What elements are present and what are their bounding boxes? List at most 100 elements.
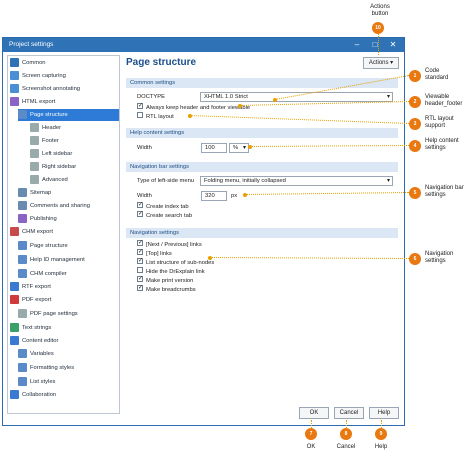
- layout-icon: [30, 161, 39, 171]
- doctype-label: DOCTYPE: [137, 94, 166, 100]
- page-icon: [18, 240, 27, 250]
- navigation-checkbox[interactable]: ✓ Make print version: [137, 276, 193, 285]
- ok-button[interactable]: OK: [299, 407, 329, 419]
- tree-item[interactable]: Formatting styles: [18, 362, 119, 374]
- tree-item-label: Page structure: [30, 112, 68, 118]
- callout-cancel-text: Cancel: [336, 444, 356, 450]
- actions-button[interactable]: Actions ▾: [363, 57, 399, 69]
- navigation-checkbox[interactable]: ✓ [Top] links: [137, 249, 172, 258]
- tree-item-label: Variables: [30, 351, 54, 357]
- tree-item[interactable]: CHM export: [10, 226, 119, 238]
- callout-ok-text: OK: [306, 444, 316, 450]
- width-label: Width: [137, 145, 152, 151]
- tree-item-label: Publishing: [30, 216, 57, 222]
- camera-icon: [10, 70, 19, 80]
- tree-item[interactable]: HTML export: [10, 96, 119, 108]
- publish-icon: [18, 213, 27, 223]
- tree-item[interactable]: Page structure: [18, 240, 119, 252]
- page-title: Page structure: [126, 57, 197, 68]
- tree-item-label: List styles: [30, 379, 56, 385]
- callout-header-text: Viewable header_footer: [425, 94, 463, 107]
- gear-icon: [10, 57, 19, 67]
- nav-width-label: Width: [137, 193, 152, 199]
- close-icon[interactable]: ✕: [388, 40, 398, 50]
- tree-item[interactable]: PDF page settings: [18, 308, 119, 320]
- callout-10-badge: 10: [372, 22, 384, 34]
- list-icon: [18, 376, 27, 386]
- keep-header-checkbox[interactable]: ✓ Always keep header and footer viewable: [137, 103, 250, 112]
- navigation-checkbox[interactable]: ✓ Make breadcrumbs: [137, 285, 196, 294]
- checkbox-icon: [137, 267, 143, 274]
- tree-item[interactable]: Publishing: [18, 213, 119, 225]
- tree-item[interactable]: Content editor: [10, 335, 119, 347]
- checkbox-icon: ✓: [137, 249, 144, 256]
- left-menu-select[interactable]: Folding menu, initially collapsed ▾: [200, 176, 393, 186]
- help-button[interactable]: Help: [369, 407, 399, 419]
- rtl-layout-checkbox[interactable]: RTL layout: [137, 112, 174, 121]
- tree-item[interactable]: List styles: [18, 376, 119, 388]
- editor-icon: [10, 335, 19, 345]
- navigation-checkbox-label: List structure of sub-nodes: [146, 260, 215, 266]
- tree-item[interactable]: Left sidebar: [30, 148, 119, 160]
- checkbox-icon: ✓: [137, 240, 144, 247]
- tree-item[interactable]: Text strings: [10, 322, 119, 334]
- page-icon: [18, 308, 27, 318]
- leader-line: [378, 34, 379, 55]
- tree-item[interactable]: Advanced: [30, 174, 119, 186]
- tree-item[interactable]: Help ID management: [18, 254, 119, 266]
- create-index-checkbox[interactable]: ✓ Create index tab: [137, 202, 189, 211]
- tree-item-label: PDF export: [22, 297, 52, 303]
- callout-rtl-text: RTL layout support: [425, 116, 454, 129]
- doctype-select[interactable]: XHTML 1.0 Strict ▾: [200, 92, 393, 102]
- variables-icon: [18, 348, 27, 358]
- callout-2-badge: 2: [409, 96, 421, 108]
- leader-line: [311, 420, 312, 428]
- tree-item[interactable]: Screen capturing: [10, 70, 119, 82]
- layout-icon: [30, 122, 39, 132]
- tree-item[interactable]: Header: [30, 122, 119, 134]
- minimize-icon[interactable]: –: [352, 40, 362, 50]
- tree-item[interactable]: Sitemap: [18, 187, 119, 199]
- navigation-checkbox[interactable]: ✓ [Next / Previous] links: [137, 240, 202, 249]
- navigation-checkbox[interactable]: Hide the DrExplain link: [137, 267, 205, 276]
- left-menu-label: Type of left-side menu: [137, 178, 195, 184]
- chm-icon: [10, 226, 19, 236]
- tree-item[interactable]: CHM compiler: [18, 268, 119, 280]
- navigation-checkbox-label: Hide the DrExplain link: [146, 269, 205, 275]
- settings-tree[interactable]: Common Screen capturing Screenshot annotat…: [7, 55, 120, 414]
- tree-item-label: Common: [22, 60, 46, 66]
- section-common-settings: Common settings: [126, 78, 398, 88]
- tree-item[interactable]: RTF export: [10, 281, 119, 293]
- tree-item[interactable]: Screenshot annotating: [10, 83, 119, 95]
- section-navigation-settings: Navigation settings: [126, 228, 398, 238]
- marker-dot: [208, 256, 212, 260]
- title-bar: Project settings – □ ✕: [3, 38, 404, 52]
- tree-item[interactable]: Page structure: [18, 109, 119, 121]
- create-search-checkbox[interactable]: ✓ Create search tab: [137, 211, 192, 220]
- text-icon: [10, 322, 19, 332]
- tree-item[interactable]: Collaboration: [10, 389, 119, 401]
- navigation-checkbox[interactable]: ✓ List structure of sub-nodes: [137, 258, 215, 267]
- tree-item[interactable]: Variables: [18, 348, 119, 360]
- tree-item-label: CHM export: [22, 229, 53, 235]
- nav-width-input[interactable]: 320: [201, 191, 227, 201]
- tree-item[interactable]: Comments and sharing: [18, 200, 119, 212]
- width-input[interactable]: 100: [201, 143, 227, 153]
- navigation-checkbox-label: [Next / Previous] links: [146, 242, 202, 248]
- tree-item-label: Comments and sharing: [30, 203, 90, 209]
- width-unit-select[interactable]: % ▾: [229, 143, 249, 153]
- tree-item-label: Text strings: [22, 325, 52, 331]
- callout-8-badge: 8: [340, 428, 352, 440]
- cancel-button[interactable]: Cancel: [334, 407, 364, 419]
- marker-dot: [238, 104, 242, 108]
- tree-item[interactable]: Common: [10, 57, 119, 69]
- callout-7-badge: 7: [305, 428, 317, 440]
- tree-item[interactable]: Footer: [30, 135, 119, 147]
- tree-item[interactable]: Right sidebar: [30, 161, 119, 173]
- tree-item-label: Footer: [42, 138, 59, 144]
- tree-item[interactable]: PDF export: [10, 294, 119, 306]
- callout-actions-text: Actions button: [370, 4, 390, 17]
- chevron-down-icon: ▾: [242, 145, 246, 151]
- callout-navbar-text: Navigation bar settings: [425, 185, 464, 198]
- html-icon: [10, 96, 19, 106]
